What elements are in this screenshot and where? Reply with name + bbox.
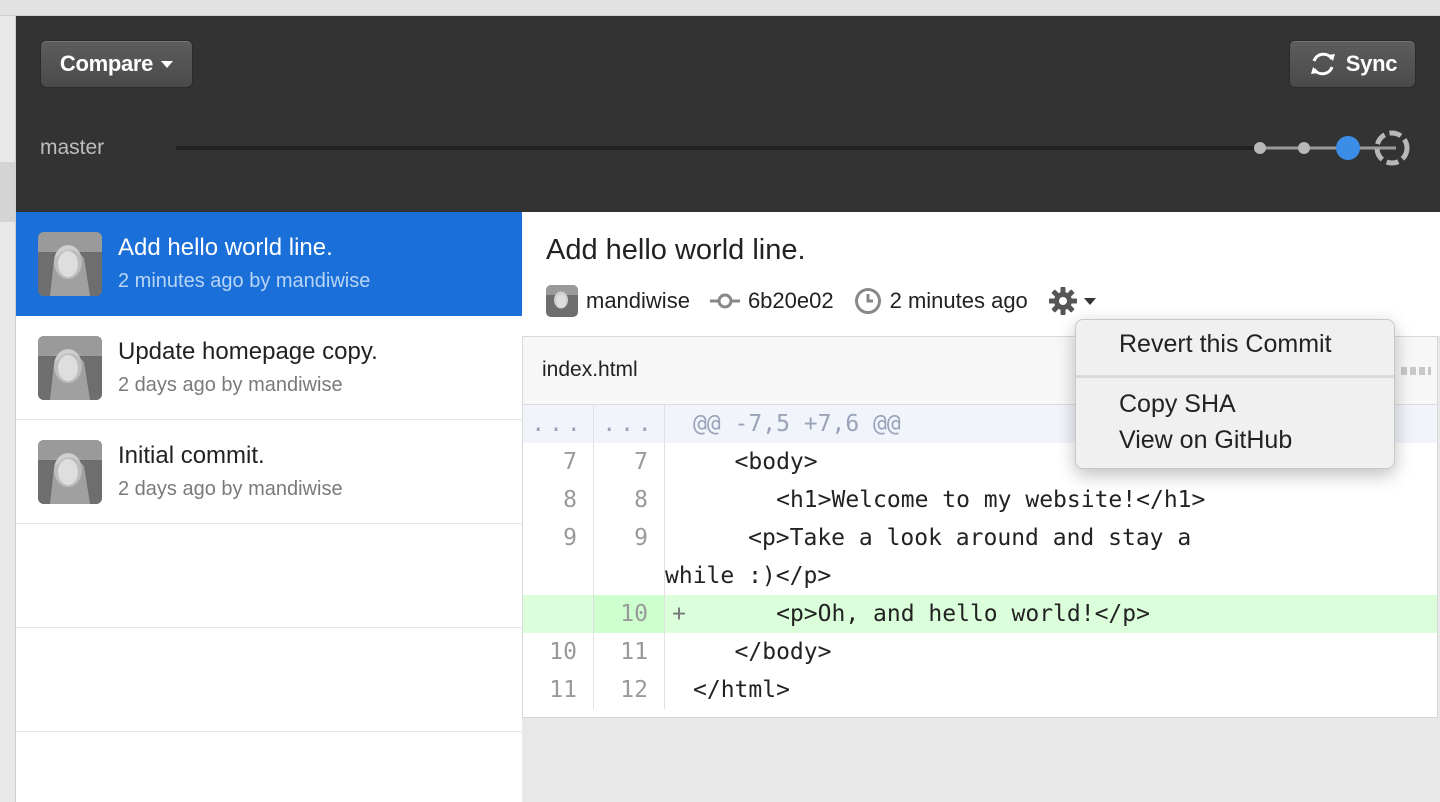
branch-name: master <box>40 136 105 159</box>
old-line-number <box>523 595 594 633</box>
commit-actions-menu-button[interactable] <box>1048 286 1096 316</box>
file-name: index.html <box>542 358 638 381</box>
commit-sha: 6b20e02 <box>747 288 834 313</box>
commit-time: 2 minutes ago <box>889 288 1028 313</box>
timeline-track <box>176 146 1266 150</box>
commit-item[interactable]: Update homepage copy. 2 days ago by mand… <box>16 316 522 420</box>
commit-item[interactable]: Add hello world line. 2 minutes ago by m… <box>16 212 522 316</box>
commit-detail: Add hello world line. mandiwise 6b20e02 … <box>522 212 1440 802</box>
avatar <box>38 440 102 504</box>
timeline-node-active <box>1336 136 1360 160</box>
sync-icon <box>1310 52 1335 76</box>
menu-item-view-on-github[interactable]: View on GitHub <box>1119 426 1292 455</box>
edge-notch <box>0 162 15 222</box>
new-line-number: 9 <box>594 519 665 595</box>
compare-button[interactable]: Compare <box>40 40 193 88</box>
old-line-number: 7 <box>523 443 594 481</box>
author-avatar <box>546 285 578 317</box>
old-line-number: 8 <box>523 481 594 519</box>
commit-item[interactable]: Initial commit. 2 days ago by mandiwise <box>16 420 522 524</box>
diff-sign <box>665 633 693 671</box>
new-line-number: 8 <box>594 481 665 519</box>
sync-button[interactable]: Sync <box>1289 40 1416 88</box>
file-options-icon[interactable] <box>1401 367 1431 375</box>
clock-icon <box>854 288 881 314</box>
commit-meta: 2 days ago by mandiwise <box>118 478 343 500</box>
commit-actions-menu: Revert this Commit Copy SHA View on GitH… <box>1075 319 1395 469</box>
diff-code: <p>Oh, and hello world!</p> <box>693 601 1150 627</box>
menu-divider <box>1076 375 1394 378</box>
commit-detail-title: Add hello world line. <box>546 234 806 266</box>
diff-sign: + <box>672 601 686 627</box>
diff-line-added: 10 + <p>Oh, and hello world!</p> <box>523 595 1437 633</box>
commit-meta-row: mandiwise 6b20e02 2 minutes ago <box>546 284 1096 318</box>
new-line-number: 10 <box>594 595 665 633</box>
window-frame-top <box>0 0 1440 16</box>
commit-meta: 2 days ago by mandiwise <box>118 374 343 396</box>
old-line-number: 9 <box>523 519 594 595</box>
diff-code: </body> <box>693 639 832 665</box>
commit-title: Initial commit. <box>118 442 265 469</box>
diff-code: </html> <box>693 677 790 703</box>
chevron-down-icon <box>161 60 174 68</box>
avatar <box>38 336 102 400</box>
commit-title: Add hello world line. <box>118 234 333 261</box>
commit-list: Add hello world line. 2 minutes ago by m… <box>16 212 522 802</box>
old-line-number: 11 <box>523 671 594 709</box>
timeline-node <box>1254 142 1266 154</box>
new-line-number: ... <box>594 405 665 443</box>
empty-list-row <box>16 628 522 732</box>
timeline-node <box>1298 142 1310 154</box>
menu-item-revert[interactable]: Revert this Commit <box>1119 330 1332 359</box>
commit-meta: 2 minutes ago by mandiwise <box>118 270 371 292</box>
menu-item-copy-sha[interactable]: Copy SHA <box>1119 390 1236 419</box>
author-name: mandiwise <box>586 288 690 313</box>
commit-icon <box>709 293 740 309</box>
chevron-down-icon <box>1083 297 1096 305</box>
diff-line: 11 12 </html> <box>523 671 1437 709</box>
timeline-nodes <box>1254 130 1410 166</box>
compare-label: Compare <box>59 51 154 76</box>
old-line-number: ... <box>523 405 594 443</box>
toolbar: Compare Sync master <box>16 16 1440 212</box>
diff-sign <box>665 443 693 481</box>
new-line-number: 7 <box>594 443 665 481</box>
diff-sign <box>665 671 693 709</box>
sync-label: Sync <box>1345 51 1398 76</box>
diff-line: 8 8 <h1>Welcome to my website!</h1> <box>523 481 1437 519</box>
diff-line: 10 11 </body> <box>523 633 1437 671</box>
commit-detail-header: Add hello world line. mandiwise 6b20e02 … <box>522 212 1440 336</box>
diff-code: <h1>Welcome to my website!</h1> <box>693 487 1206 513</box>
diff-line: 9 9 <p>Take a look around and stay a whi… <box>523 519 1437 595</box>
empty-list-row <box>16 524 522 628</box>
avatar <box>38 232 102 296</box>
diff-code: <p>Take a look around and stay a while :… <box>665 525 1192 589</box>
new-line-number: 12 <box>594 671 665 709</box>
gear-icon <box>1048 287 1077 315</box>
old-line-number: 10 <box>523 633 594 671</box>
new-line-number: 11 <box>594 633 665 671</box>
window-left-edge <box>0 16 16 802</box>
commit-title: Update homepage copy. <box>118 338 378 365</box>
diff-sign <box>665 481 693 519</box>
